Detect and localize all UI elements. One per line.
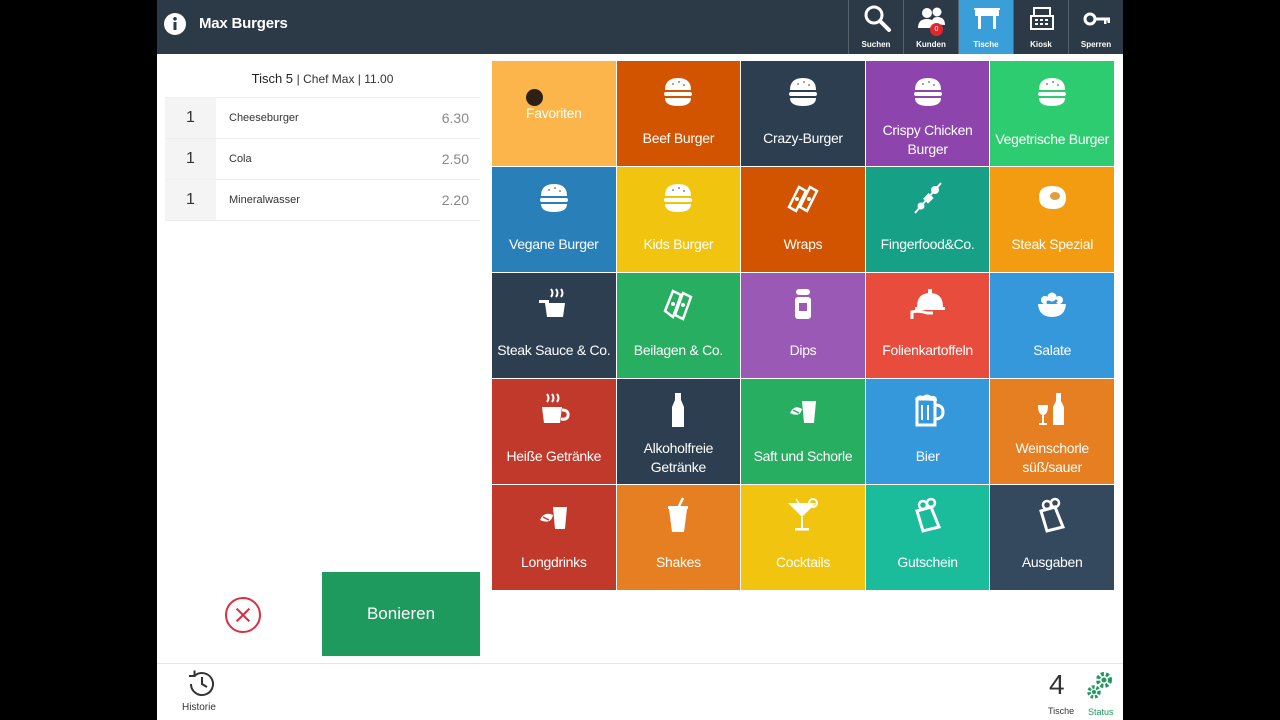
category-tile-steak-sauce-co[interactable]: Steak Sauce & Co. (492, 273, 616, 378)
category-label: Wraps (783, 236, 823, 252)
category-tile-saft-und-schorle[interactable]: Saft und Schorle (741, 379, 865, 484)
order-lines: 1 Cheeseburger 6.30 1 Cola 2.50 1 Mineralwasser… (165, 98, 480, 221)
app-title: Max Burgers (199, 15, 288, 32)
category-label: Dips (789, 342, 817, 358)
category-label: Beef Burger (642, 130, 715, 146)
category-tile-bier[interactable]: Bier (865, 379, 990, 484)
order-line[interactable]: 1 Mineralwasser 2.20 (165, 180, 480, 221)
line-item-name: Cola (229, 153, 252, 165)
category-label: Salate (1033, 342, 1072, 358)
line-item-name: Cheeseburger (229, 112, 299, 124)
category-label: Kids Burger (643, 236, 714, 252)
order-line[interactable]: 1 Cheeseburger 6.30 (165, 98, 480, 139)
touch-indicator (526, 89, 543, 106)
category-tile-cocktails[interactable]: Cocktails (741, 485, 865, 590)
search-button[interactable]: Suchen (848, 0, 903, 54)
tables-label: Tische (973, 40, 999, 49)
search-icon (864, 5, 891, 32)
line-price: 2.20 (441, 192, 469, 208)
category-label: Fingerfood&Co. (880, 236, 975, 252)
lock-button[interactable]: Sperren (1068, 0, 1123, 54)
footer-bar: Historie 4 Tische Status (157, 663, 1123, 720)
category-label: Alkoholfreie Getränke (643, 439, 714, 475)
category-label: Favoriten (525, 105, 582, 121)
cancel-order-button[interactable] (225, 597, 261, 633)
category-tile-weinschorle-s-sauer[interactable]: Weinschorle süß/sauer (990, 379, 1114, 484)
category-tile-folienkartoffeln[interactable]: Folienkartoffeln (865, 273, 990, 378)
customers-badge: 0 (930, 23, 943, 36)
order-meta: | Chef Max | 11.00 (296, 72, 394, 86)
category-tile-vegetrische-burger[interactable]: Vegetrische Burger (990, 61, 1114, 166)
category-label: Vegetrische Burger (995, 131, 1110, 147)
info-icon[interactable] (163, 12, 187, 36)
category-tile-vegane-burger[interactable]: Vegane Burger (492, 167, 616, 272)
category-tile-wraps[interactable]: Wraps (741, 167, 865, 272)
cash-register-icon (1030, 7, 1054, 30)
category-tile-ausgaben[interactable]: Ausgaben (990, 485, 1114, 590)
category-label: Longdrinks (521, 554, 587, 570)
submit-order-button[interactable]: Bonieren (322, 572, 480, 656)
category-label: Beilagen & Co. (633, 342, 724, 358)
tables-button[interactable]: Tische (958, 0, 1013, 54)
order-panel: Tisch 5 | Chef Max | 11.00 1 Cheeseburger… (165, 62, 480, 221)
category-label: Folienkartoffeln (882, 342, 973, 358)
category-tile-shakes[interactable]: Shakes (616, 485, 741, 590)
line-price: 2.50 (441, 151, 469, 167)
category-label: Saft und Schorle (753, 448, 853, 464)
history-label: Historie (182, 702, 216, 713)
category-tile-favoriten[interactable]: Favoriten (492, 61, 616, 166)
category-label: Crazy-Burger (763, 130, 843, 146)
search-label: Suchen (861, 40, 891, 49)
category-tile-gutschein[interactable]: Gutschein (865, 485, 990, 590)
line-item-name: Mineralwasser (229, 194, 300, 206)
category-label: Gutschein (897, 554, 958, 570)
lock-label: Sperren (1080, 40, 1112, 49)
kiosk-button[interactable]: Kiosk (1013, 0, 1068, 54)
category-label: Cocktails (775, 554, 831, 570)
category-tile-kids-burger[interactable]: Kids Burger (616, 167, 741, 272)
gears-icon (1087, 672, 1112, 699)
category-label: Bier (915, 448, 940, 464)
category-tile-alkoholfreie-getr-nke[interactable]: Alkoholfreie Getränke (616, 379, 741, 484)
history-icon (189, 670, 214, 697)
customers-label: Kunden (916, 40, 946, 49)
line-price: 6.30 (441, 110, 469, 126)
category-tile-crispy-chicken-burger[interactable]: Crispy Chicken Burger (865, 61, 990, 166)
category-tile-steak-spezial[interactable]: Steak Spezial (990, 167, 1114, 272)
category-tile-longdrinks[interactable]: Longdrinks (492, 485, 616, 590)
category-tile-beilagen-co[interactable]: Beilagen & Co. (616, 273, 741, 378)
category-grid: Favoriten Beef Burger Crazy-Burger Crispy C… (492, 61, 1114, 590)
line-quantity: 1 (165, 139, 216, 179)
kiosk-label: Kiosk (1030, 40, 1052, 49)
category-label: Steak Sauce & Co. (497, 342, 611, 358)
status-label: Status (1088, 707, 1114, 717)
category-label: Ausgaben (1021, 554, 1083, 570)
category-tile-salate[interactable]: Salate (990, 273, 1114, 378)
category-tile-crazy-burger[interactable]: Crazy-Burger (741, 61, 865, 166)
line-quantity: 1 (165, 98, 216, 138)
customers-button[interactable]: 0 Kunden (903, 0, 958, 54)
tables-icon (974, 8, 1000, 29)
category-label: Weinschorle süß/sauer (1015, 439, 1089, 475)
category-label: Shakes (655, 554, 701, 570)
order-line[interactable]: 1 Cola 2.50 (165, 139, 480, 180)
tables-count: 4 (1049, 669, 1065, 700)
order-header: Tisch 5 | Chef Max | 11.00 (165, 62, 480, 98)
category-label: Crispy Chicken Burger (882, 121, 973, 157)
category-tile-dips[interactable]: Dips (741, 273, 865, 378)
line-quantity: 1 (165, 180, 216, 220)
category-label: Heiße Getränke (506, 448, 602, 464)
category-tile-fingerfood-co[interactable]: Fingerfood&Co. (865, 167, 990, 272)
category-label: Steak Spezial (1011, 236, 1094, 252)
tables-count-label: Tische (1048, 706, 1075, 716)
pos-app: Max Burgers Suchen 0 Kunden Tische Kiosk (157, 0, 1123, 720)
key-icon (1083, 12, 1110, 26)
category-tile-hei-e-getr-nke[interactable]: Heiße Getränke (492, 379, 616, 484)
table-name: Tisch 5 (251, 71, 294, 86)
category-label: Vegane Burger (509, 236, 599, 252)
toolbar: Suchen 0 Kunden Tische Kiosk Sperren (848, 0, 1123, 54)
category-tile-beef-burger[interactable]: Beef Burger (616, 61, 741, 166)
top-bar: Max Burgers Suchen 0 Kunden Tische Kiosk (157, 0, 1123, 54)
